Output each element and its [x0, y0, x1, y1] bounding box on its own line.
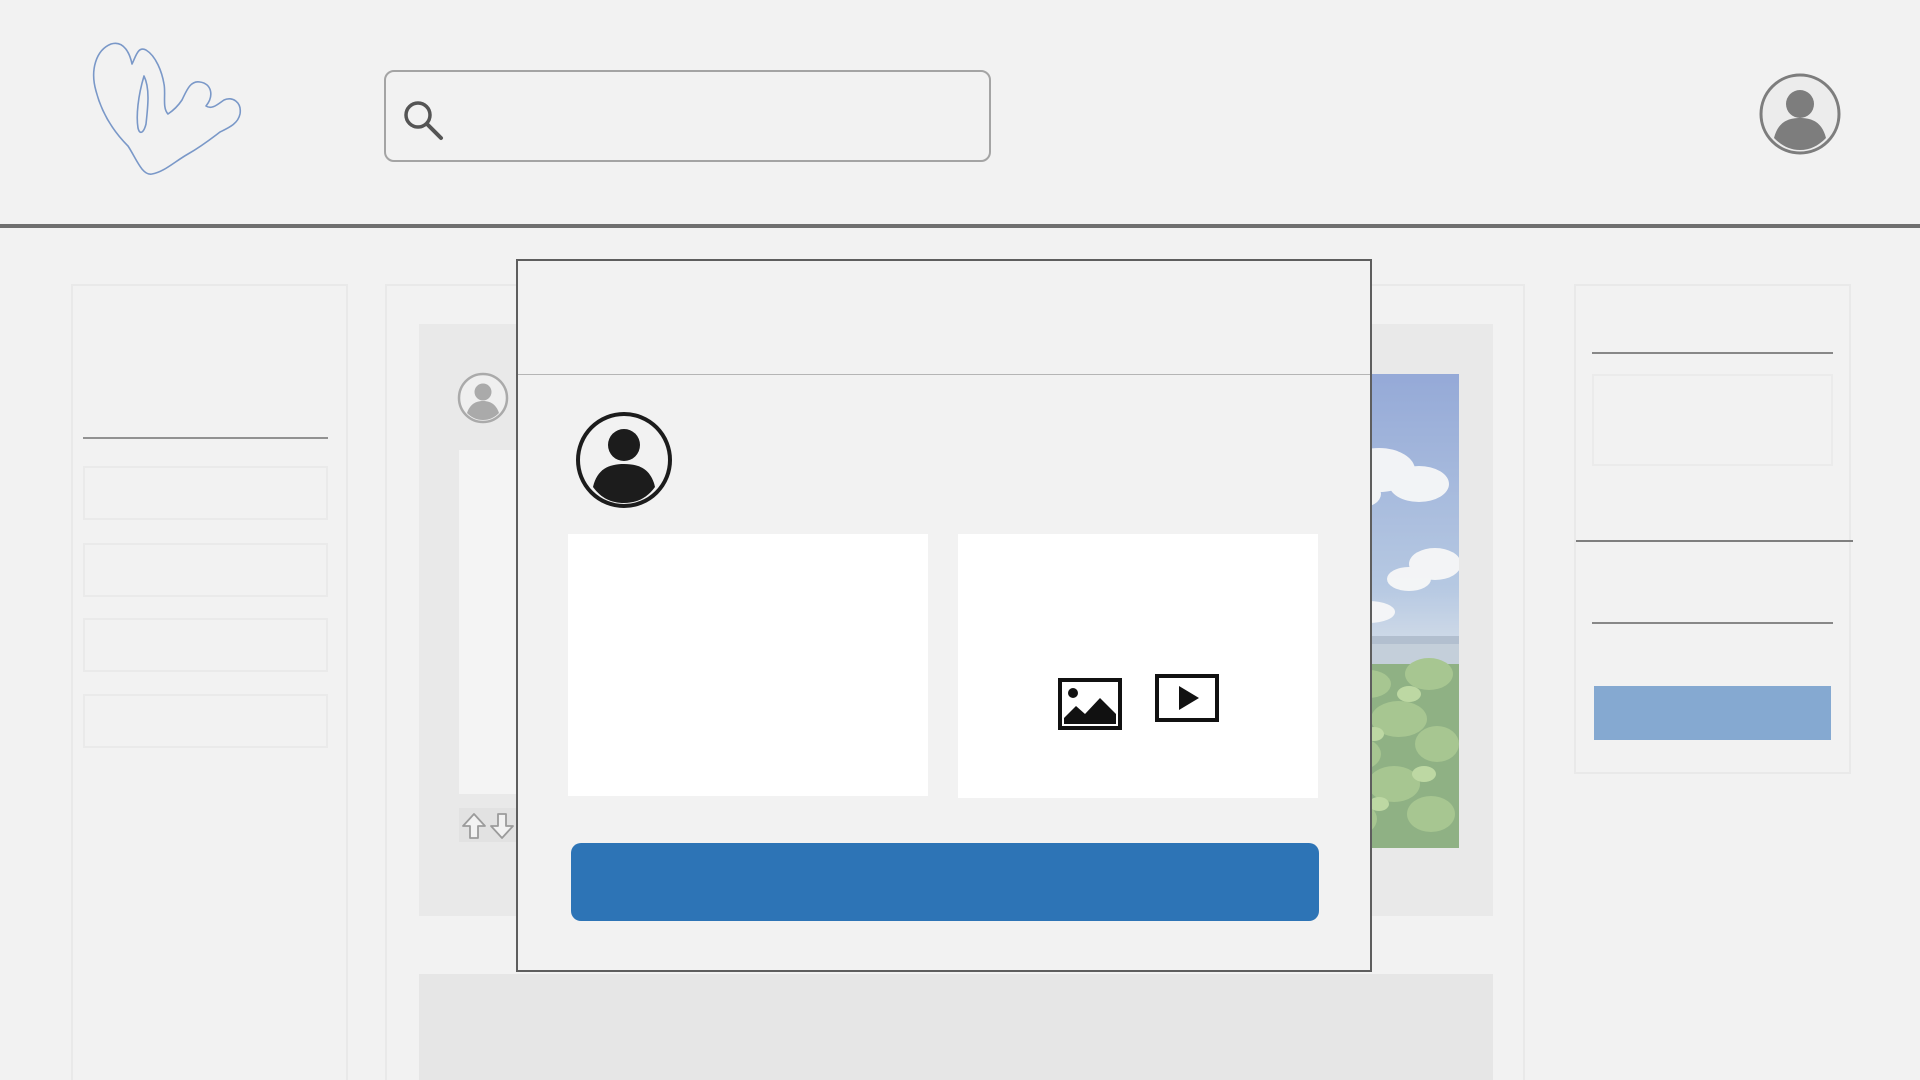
- add-video-button[interactable]: [1155, 674, 1219, 724]
- create-post-dialog: [516, 259, 1372, 972]
- user-account-icon[interactable]: [1758, 72, 1842, 156]
- arrow-down-icon[interactable]: [489, 812, 515, 840]
- sidebar-info-box: [1592, 374, 1833, 466]
- logo-icon[interactable]: [86, 36, 256, 181]
- right-sidebar: [1574, 284, 1853, 774]
- media-upload-area[interactable]: [958, 534, 1318, 798]
- section-divider: [1576, 540, 1853, 542]
- search-bar[interactable]: [384, 70, 991, 162]
- search-icon[interactable]: [401, 98, 445, 142]
- sidebar-divider: [83, 437, 328, 439]
- post-text-input[interactable]: [568, 534, 928, 796]
- dialog-header: [518, 261, 1370, 374]
- user-avatar-icon: [575, 411, 673, 509]
- search-input[interactable]: [458, 86, 968, 146]
- arrow-up-icon[interactable]: [461, 812, 487, 840]
- top-bar: [0, 0, 1920, 228]
- vote-controls: [459, 808, 519, 842]
- sidebar-item[interactable]: [83, 466, 328, 520]
- submit-post-button[interactable]: [571, 843, 1319, 921]
- video-play-icon: [1155, 674, 1219, 727]
- image-icon: [1058, 678, 1122, 733]
- sidebar-item[interactable]: [83, 543, 328, 597]
- post-avatar-icon[interactable]: [457, 372, 509, 424]
- dialog-header-divider: [518, 374, 1370, 375]
- sidebar-action-button[interactable]: [1594, 686, 1831, 740]
- left-sidebar: [71, 284, 348, 1080]
- feed-post: [419, 974, 1493, 1080]
- add-image-button[interactable]: [1058, 678, 1122, 730]
- sidebar-item[interactable]: [83, 694, 328, 748]
- sidebar-divider: [1592, 352, 1833, 354]
- sidebar-item[interactable]: [83, 618, 328, 672]
- sidebar-divider: [1592, 622, 1833, 624]
